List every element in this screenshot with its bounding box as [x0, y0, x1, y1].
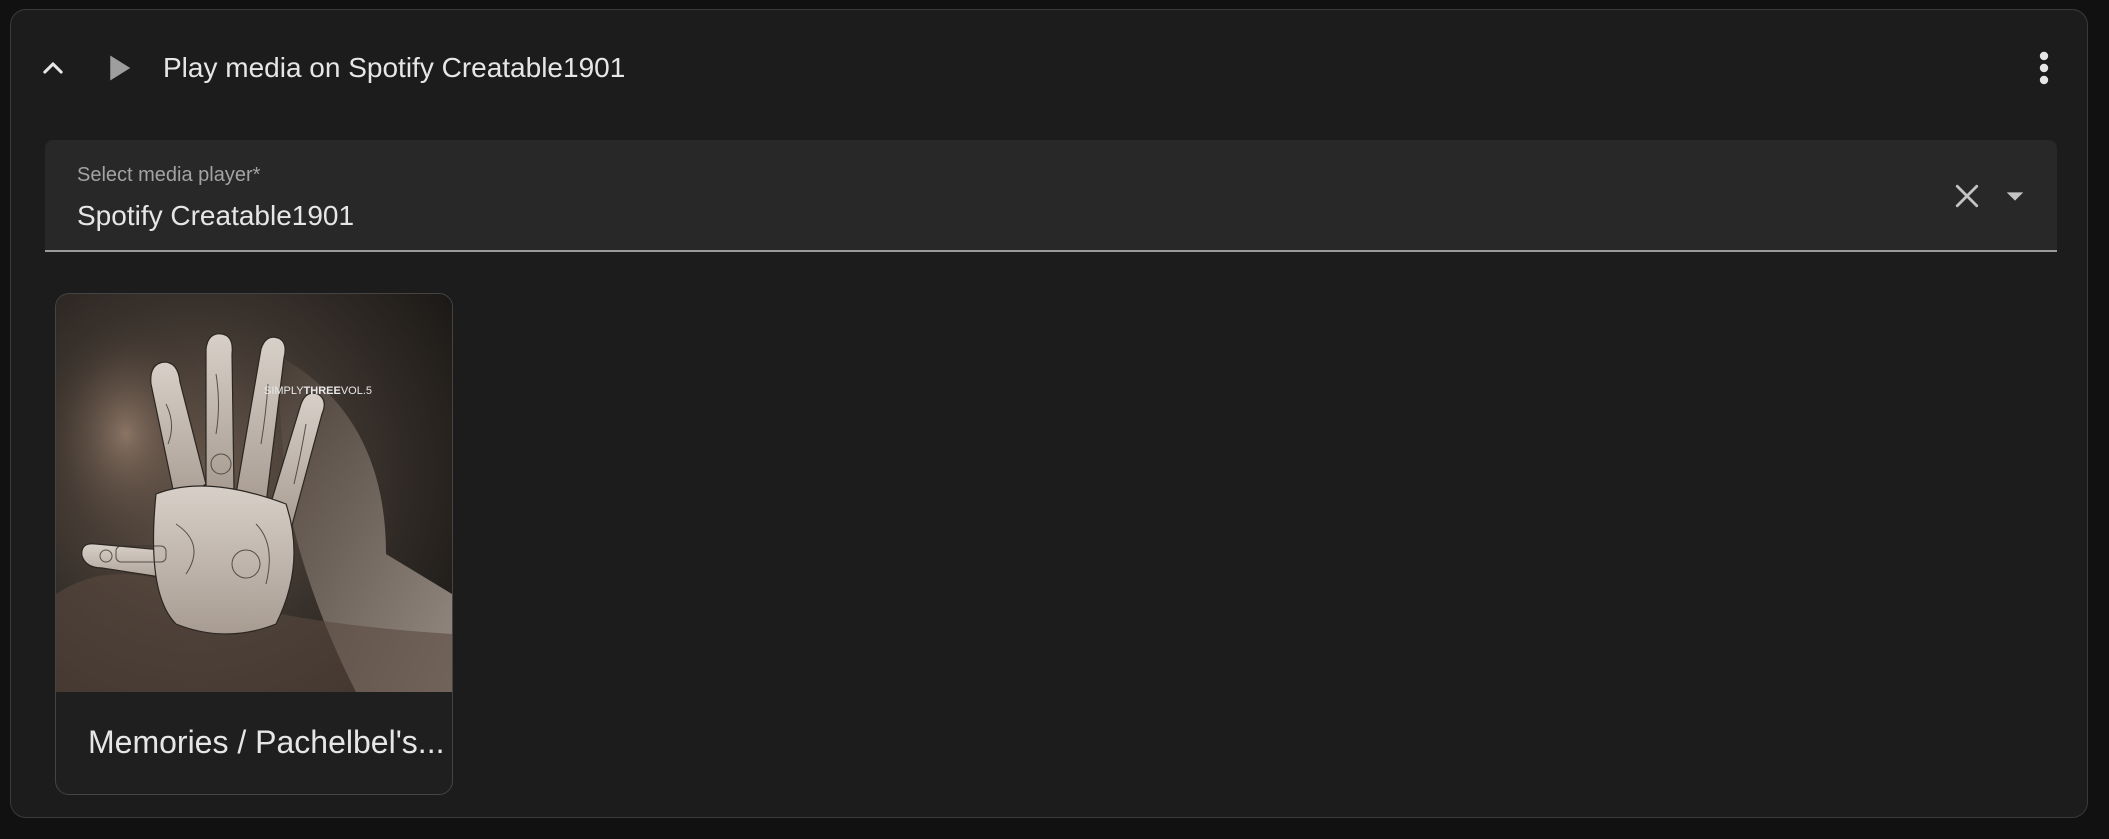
- more-vertical-icon: [2039, 51, 2049, 85]
- close-icon: [1955, 184, 1979, 208]
- more-options-button[interactable]: [2022, 44, 2066, 92]
- media-item-card[interactable]: SIMPLYTHREEVOL.5 Memories / Pachelbel's.…: [55, 293, 453, 795]
- dropdown-toggle-button[interactable]: [1993, 174, 2037, 218]
- media-player-select[interactable]: Select media player* Spotify Creatable19…: [45, 140, 2057, 252]
- media-player-select-label: Select media player*: [77, 164, 261, 186]
- caret-down-icon: [2006, 192, 2024, 201]
- play-icon-wrapper: [99, 48, 139, 88]
- chevron-up-icon: [43, 62, 63, 74]
- album-art-text: SIMPLYTHREEVOL.5: [264, 385, 372, 397]
- collapse-button[interactable]: [31, 46, 75, 90]
- card-header: Play media on Spotify Creatable1901: [11, 10, 2087, 110]
- clear-selection-button[interactable]: [1945, 174, 1989, 218]
- album-art-image: SIMPLYTHREEVOL.5: [56, 294, 452, 692]
- media-item-title: Memories / Pachelbel's...: [88, 724, 445, 760]
- media-player-select-value: Spotify Creatable1901: [77, 200, 355, 231]
- script-action-card: Play media on Spotify Creatable1901 Sele…: [10, 9, 2088, 818]
- play-icon: [110, 55, 131, 81]
- card-title: Play media on Spotify Creatable1901: [163, 52, 626, 83]
